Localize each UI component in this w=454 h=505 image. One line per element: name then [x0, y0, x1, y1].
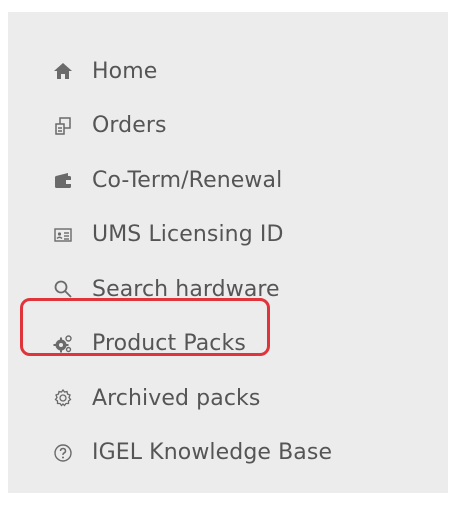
- home-icon: [52, 60, 74, 82]
- id-card-icon: [52, 224, 74, 246]
- nav-item-label: Orders: [92, 113, 167, 139]
- orders-icon: [52, 115, 74, 137]
- navigation-panel: Home Orders Co-Term/Renewal UMS Licensin…: [8, 12, 448, 493]
- nav-item-orders[interactable]: Orders: [8, 99, 448, 154]
- nav-item-igel-knowledge-base[interactable]: IGEL Knowledge Base: [8, 426, 448, 481]
- nav-item-label: Home: [92, 58, 158, 84]
- nav-item-archived-packs[interactable]: Archived packs: [8, 371, 448, 426]
- nav-item-home[interactable]: Home: [8, 44, 448, 99]
- wallet-icon: [52, 169, 74, 191]
- nav-item-product-packs[interactable]: Product Packs: [8, 317, 448, 372]
- gears-icon: [52, 333, 74, 355]
- nav-item-label: Product Packs: [92, 331, 246, 357]
- nav-item-label: Search hardware: [92, 276, 280, 302]
- help-icon: [52, 442, 74, 464]
- nav-item-label: IGEL Knowledge Base: [92, 440, 333, 466]
- nav-item-co-term-renewal[interactable]: Co-Term/Renewal: [8, 153, 448, 208]
- nav-menu: Home Orders Co-Term/Renewal UMS Licensin…: [8, 44, 448, 480]
- nav-item-label: Co-Term/Renewal: [92, 167, 283, 193]
- nav-item-search-hardware[interactable]: Search hardware: [8, 262, 448, 317]
- gear-icon: [52, 387, 74, 409]
- nav-item-ums-licensing-id[interactable]: UMS Licensing ID: [8, 208, 448, 263]
- nav-item-label: Archived packs: [92, 385, 261, 411]
- nav-item-label: UMS Licensing ID: [92, 222, 284, 248]
- search-icon: [52, 278, 74, 300]
